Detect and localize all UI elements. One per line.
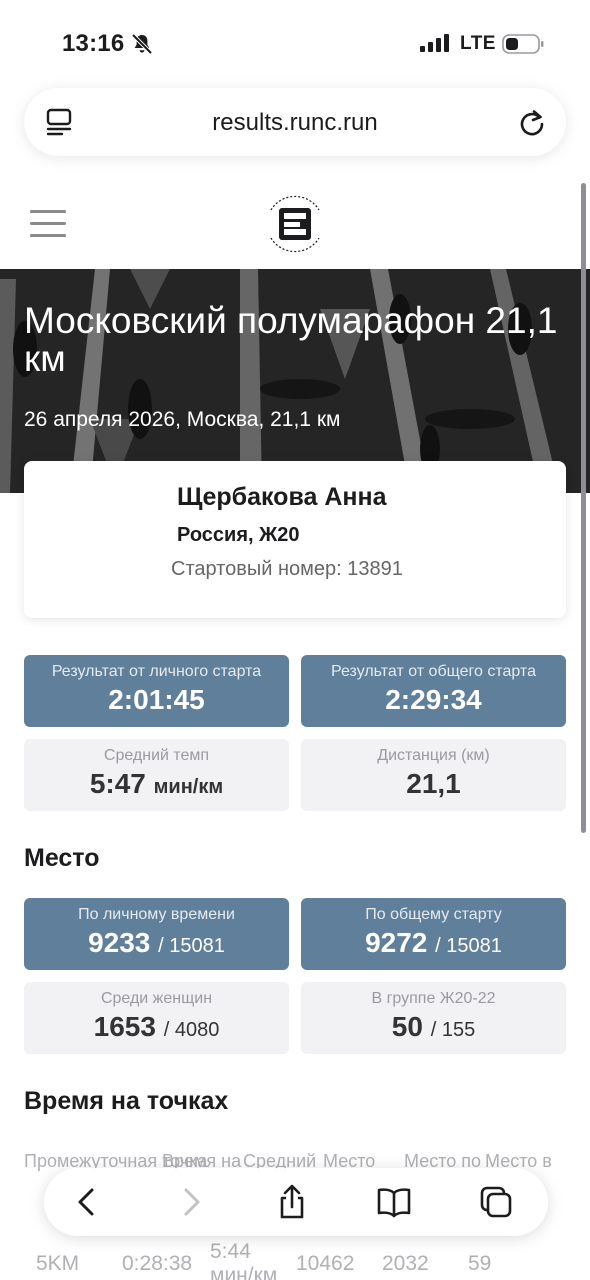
women-place-tile: Среди женщин 1653 / 4080	[24, 982, 289, 1054]
status-time: 13:16	[62, 30, 125, 57]
split-place-by: 2032	[382, 1252, 429, 1275]
split-time: 0:28:38	[122, 1252, 193, 1275]
pace-tile: Средний темп 5:47 мин/км	[24, 739, 289, 811]
split-place: 10462	[296, 1252, 355, 1275]
group-place-tile: В группе Ж20-22 50 / 155	[301, 982, 566, 1054]
back-icon[interactable]	[70, 1184, 106, 1220]
battery-icon	[502, 34, 544, 54]
browser-toolbar	[44, 1168, 548, 1236]
net-place-label: По личному времени	[78, 906, 235, 923]
gun-result-tile: Результат от общего старта 2:29:34	[301, 655, 566, 727]
net-result-tile: Результат от личного старта 2:01:45	[24, 655, 289, 727]
event-hero: Московский полумарафон 21,1 км 26 апреля…	[0, 269, 590, 493]
gun-result-value: 2:29:34	[385, 684, 482, 715]
net-result-value: 2:01:45	[108, 684, 205, 715]
athlete-bib: Стартовый номер: 13891	[171, 558, 403, 580]
site-header	[0, 180, 590, 270]
gun-place-value: 9272	[365, 927, 428, 958]
gun-place-value-wrap: 9272 / 15081	[301, 927, 566, 959]
distance-tile: Дистанция (км) 21,1	[301, 739, 566, 811]
places-title: Место	[24, 844, 100, 872]
gun-place-total: / 15081	[435, 935, 502, 957]
tabs-icon[interactable]	[478, 1184, 514, 1220]
menu-icon[interactable]	[30, 210, 66, 238]
address-bar[interactable]: results.runc.run	[24, 88, 566, 156]
event-title: Московский полумарафон 21,1 км	[24, 300, 558, 379]
net-place-value: 9233	[88, 927, 151, 958]
athlete-name: Щербакова Анна	[177, 483, 387, 511]
event-meta: 26 апреля 2026, Москва, 21,1 км	[24, 408, 341, 431]
network-type: LTE	[460, 33, 496, 54]
splits-title: Время на точках	[24, 1087, 229, 1115]
group-place-value: 50	[391, 1011, 423, 1042]
reload-icon[interactable]	[518, 107, 546, 137]
gun-place-label: По общему старту	[365, 906, 502, 923]
net-place-total: / 15081	[158, 935, 225, 957]
table-row: 5KM 0:28:38 5:44 мин/км 10462 2032 59	[0, 1238, 590, 1280]
net-result-label: Результат от личного старта	[51, 663, 262, 680]
distance-label: Дистанция (км)	[377, 747, 490, 764]
bookmarks-icon[interactable]	[376, 1184, 412, 1220]
split-place-in: 59	[468, 1252, 492, 1275]
net-place-value-wrap: 9233 / 15081	[24, 927, 289, 959]
women-place-value: 1653	[93, 1011, 156, 1042]
signal-icon	[420, 34, 449, 52]
gun-result-label: Результат от общего старта	[331, 663, 536, 680]
athlete-card: Щербакова Анна Россия, Ж20 Стартовый ном…	[24, 461, 566, 618]
group-place-label: В группе Ж20-22	[371, 990, 496, 1007]
group-place-value-wrap: 50 / 155	[301, 1011, 566, 1043]
split-point: 5KM	[36, 1252, 80, 1275]
url-text[interactable]: results.runc.run	[24, 109, 566, 137]
women-place-value-wrap: 1653 / 4080	[24, 1011, 289, 1043]
page-scrollbar[interactable]	[581, 183, 586, 833]
split-pace: 5:44 мин/км	[210, 1240, 278, 1280]
women-place-label: Среди женщин	[100, 990, 213, 1007]
group-place-total: / 155	[430, 1019, 476, 1041]
gun-place-tile: По общему старту 9272 / 15081	[301, 898, 566, 970]
pace-unit: мин/км	[153, 776, 224, 798]
net-place-tile: По личному времени 9233 / 15081	[24, 898, 289, 970]
women-place-total: / 4080	[163, 1019, 220, 1041]
athlete-category: Россия, Ж20	[177, 524, 300, 546]
pace-label: Средний темп	[103, 747, 210, 764]
pace-value: 5:47	[89, 768, 146, 799]
status-bar: 13:16 LTE	[0, 0, 590, 88]
bell-slash-icon	[131, 33, 153, 55]
distance-value: 21,1	[406, 768, 461, 799]
logo-icon[interactable]	[257, 186, 333, 262]
share-icon[interactable]	[274, 1184, 310, 1220]
pace-value-wrap: 5:47 мин/км	[24, 768, 289, 800]
forward-icon[interactable]	[172, 1184, 208, 1220]
